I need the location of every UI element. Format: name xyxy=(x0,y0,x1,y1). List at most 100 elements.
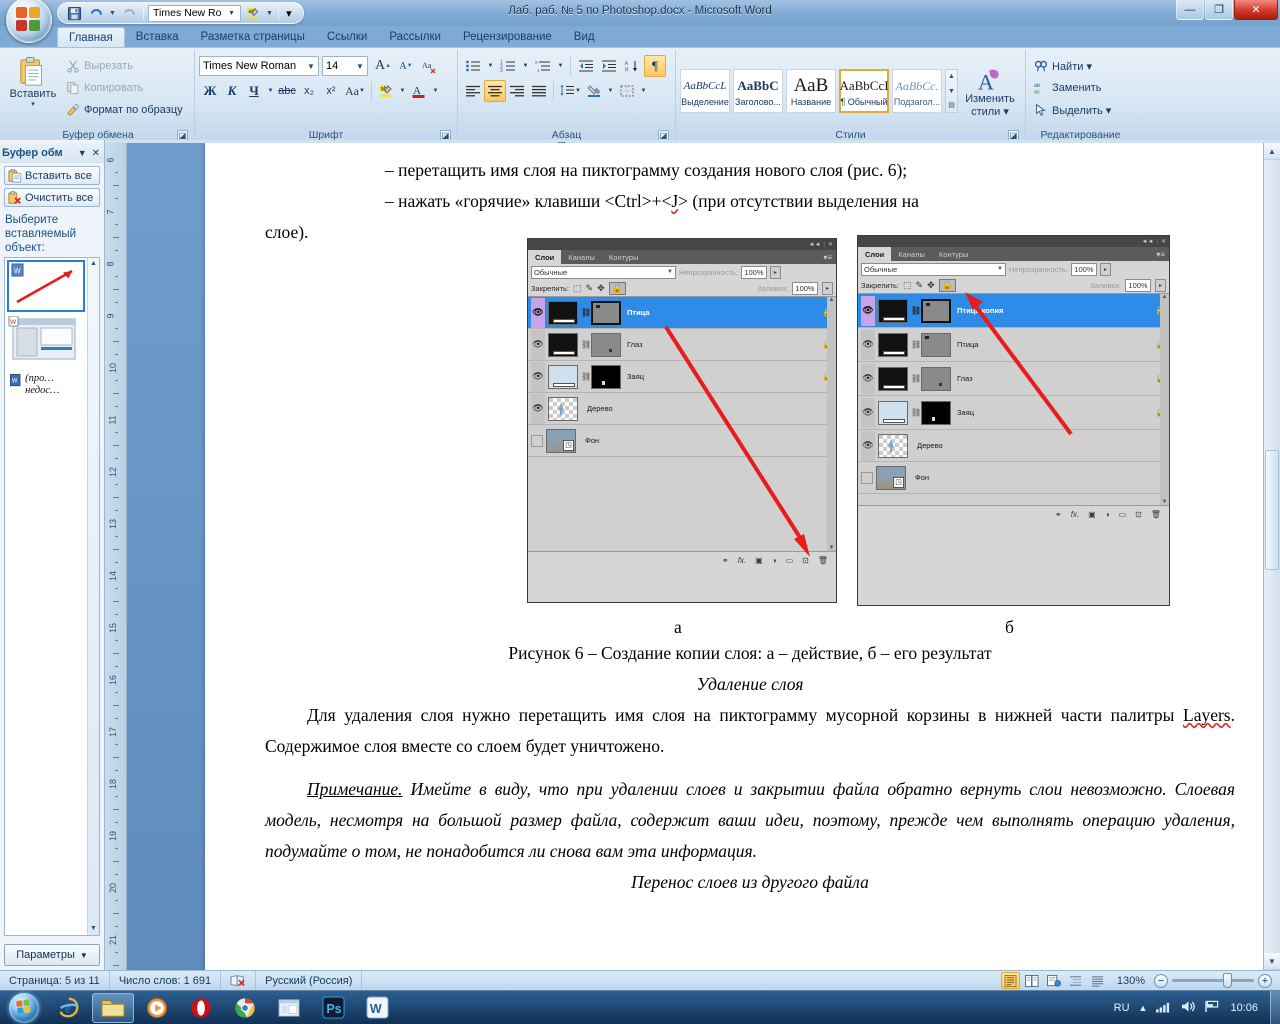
layer-thumbnail[interactable] xyxy=(878,332,908,357)
find-button[interactable]: Найти ▾ xyxy=(1030,55,1096,77)
clipboard-item-2[interactable]: W xyxy=(7,315,85,367)
lock-transparency-icon[interactable]: ⬚ xyxy=(903,280,912,291)
layer-thumbnail[interactable] xyxy=(878,400,908,425)
bullets-dropdown-arrow-icon[interactable]: ▼ xyxy=(485,55,496,77)
ps-a-close-icon[interactable]: ✕ xyxy=(828,241,833,248)
ps-a-tab-layers[interactable]: Слои xyxy=(528,250,562,264)
add-mask-icon[interactable]: ▣ xyxy=(755,556,763,565)
scroll-down-icon[interactable]: ▼ xyxy=(88,923,99,935)
text-highlight-button[interactable]: ab xyxy=(375,80,397,102)
link-layers-icon[interactable]: ⚭ xyxy=(1055,510,1062,519)
numbering-dropdown-arrow-icon[interactable]: ▼ xyxy=(520,55,531,77)
scroll-up-icon[interactable]: ▲ xyxy=(1264,143,1280,160)
font-name-combo[interactable]: Times New Roman ▼ xyxy=(199,56,319,76)
select-button[interactable]: Выделить ▾ xyxy=(1030,99,1115,121)
taskbar-internet-explorer[interactable]: e xyxy=(48,993,90,1023)
visibility-eye-icon[interactable]: 👁 xyxy=(861,363,875,394)
fx-icon[interactable]: fx. xyxy=(738,556,746,565)
align-left-button[interactable] xyxy=(462,80,484,102)
view-web-layout-button[interactable] xyxy=(1045,972,1064,989)
delete-layer-icon[interactable]: 🗑 xyxy=(818,556,828,565)
bullets-button[interactable] xyxy=(462,55,484,77)
ps-b-opacity-slider-icon[interactable]: ▸ xyxy=(1099,262,1111,276)
lock-all-icon[interactable]: 🔒 xyxy=(938,278,956,292)
ps-b-opacity-value[interactable]: 100% xyxy=(1070,262,1097,276)
status-word-count[interactable]: Число слов: 1 691 xyxy=(110,970,222,991)
ps-b-tab-paths[interactable]: Контуры xyxy=(932,247,975,261)
status-language[interactable]: Русский (Россия) xyxy=(256,970,363,991)
clipboard-item-1[interactable]: W xyxy=(7,260,85,312)
styles-more-icon[interactable]: ▤ xyxy=(946,99,957,112)
change-case-button[interactable]: Aa ▼ xyxy=(342,80,368,102)
clipboard-list-scrollbar[interactable]: ▲ ▼ xyxy=(87,258,99,935)
layer-link-icon[interactable]: ⛓ xyxy=(581,340,591,349)
change-styles-button[interactable]: A Изменить стили ▾ xyxy=(961,65,1019,118)
scrollbar-thumb[interactable] xyxy=(1265,450,1279,570)
volume-icon[interactable] xyxy=(1181,1000,1196,1016)
layer-mask-thumbnail[interactable] xyxy=(591,332,621,357)
layer-mask-thumbnail[interactable] xyxy=(591,364,621,389)
borders-button[interactable] xyxy=(616,80,638,102)
taskbar-folder[interactable] xyxy=(268,993,310,1023)
adjustment-layer-icon[interactable]: ◑ xyxy=(1105,510,1110,519)
style-item-zagolovok[interactable]: AaBbC Заголово... xyxy=(733,69,783,113)
network-signal-icon[interactable] xyxy=(1156,1000,1172,1016)
scroll-down-icon[interactable]: ▼ xyxy=(827,545,836,551)
lock-image-icon[interactable]: ✎ xyxy=(916,280,924,291)
adjustment-layer-icon[interactable]: ◑ xyxy=(772,556,777,565)
paste-button[interactable]: Вставить ▾ xyxy=(6,54,60,108)
ps-a-tab-paths[interactable]: Контуры xyxy=(602,250,645,264)
ps-b-layers-scrollbar[interactable]: ▲ ▼ xyxy=(1160,294,1169,505)
visibility-eye-icon[interactable]: 👁 xyxy=(861,295,875,326)
ps-a-layer-row-5[interactable]: ◳ Фон xyxy=(528,425,836,457)
ps-a-layers-scrollbar[interactable]: ▲ ▼ xyxy=(827,297,836,551)
visibility-eye-off-icon[interactable] xyxy=(861,471,873,484)
zoom-in-button[interactable]: + xyxy=(1258,973,1272,988)
ps-b-tab-layers[interactable]: Слои xyxy=(858,247,892,261)
ps-a-collapse-icon[interactable]: ◄◄ xyxy=(809,242,821,248)
layer-mask-thumbnail[interactable] xyxy=(921,400,951,425)
document-text-2[interactable]: Рисунок 6 – Создание копии слоя: а – дей… xyxy=(265,638,1235,898)
ps-a-blend-mode-select[interactable]: Обычные ▼ xyxy=(531,265,676,279)
maximize-button[interactable]: ❐ xyxy=(1205,0,1233,20)
layer-link-icon[interactable]: ⛓ xyxy=(911,374,921,383)
layer-mask-thumbnail[interactable] xyxy=(921,332,951,357)
underline-dropdown-arrow-icon[interactable]: ▼ xyxy=(265,80,276,102)
scroll-down-icon[interactable]: ▼ xyxy=(1264,953,1280,970)
view-outline-button[interactable] xyxy=(1067,972,1086,989)
subscript-button[interactable]: x₂ xyxy=(298,80,320,102)
action-center-flag-icon[interactable] xyxy=(1205,1000,1221,1016)
link-layers-icon[interactable]: ⚭ xyxy=(722,556,729,565)
layer-thumbnail[interactable] xyxy=(878,433,908,458)
close-button[interactable]: ✕ xyxy=(1234,0,1278,20)
styles-scroll-up-icon[interactable]: ▲ xyxy=(946,70,957,83)
layer-thumbnail[interactable]: ◳ xyxy=(546,428,576,453)
tab-insert[interactable]: Вставка xyxy=(125,27,190,47)
taskbar-opera[interactable] xyxy=(180,993,222,1023)
layer-link-icon[interactable]: ⛓ xyxy=(911,340,921,349)
show-desktop-button[interactable] xyxy=(1270,990,1280,1024)
ps-b-fill-value[interactable]: 100% xyxy=(1125,278,1151,292)
tab-references[interactable]: Ссылки xyxy=(316,27,379,47)
multilevel-list-button[interactable]: a1 xyxy=(532,55,554,77)
zoom-level-label[interactable]: 130% xyxy=(1111,975,1151,987)
align-right-button[interactable] xyxy=(506,80,528,102)
ps-a-fill-value[interactable]: 100% xyxy=(792,281,818,295)
task-pane-dropdown-icon[interactable]: ▼ xyxy=(75,148,90,158)
style-item-podzagolovok[interactable]: AaBbCc. Подзагол... xyxy=(892,69,942,113)
strikethrough-button[interactable]: abc xyxy=(276,80,298,102)
ps-a-fill-slider-icon[interactable]: ▸ xyxy=(822,281,833,295)
ps-a-layer-row-3[interactable]: 👁 ⛓ Заяц 🔒 xyxy=(528,361,836,393)
ps-a-tab-channels[interactable]: Каналы xyxy=(561,250,602,264)
replace-button[interactable]: ab ac Заменить xyxy=(1030,77,1105,99)
paste-all-button[interactable]: Вставить все xyxy=(4,166,100,185)
increase-indent-button[interactable] xyxy=(598,55,620,77)
cut-button[interactable]: Вырезать xyxy=(62,55,187,77)
ps-b-tab-channels[interactable]: Каналы xyxy=(891,247,932,261)
ps-b-layer-row-1[interactable]: 👁 ⛓ Птица копия 🔒 xyxy=(858,294,1169,328)
visibility-eye-icon[interactable]: 👁 xyxy=(531,297,545,328)
photoshop-layers-panel-a[interactable]: ◄◄ | ✕ Слои Каналы Контуры ▾≡ Обычные▼ xyxy=(527,238,837,603)
line-spacing-button[interactable]: ▼ xyxy=(557,80,583,102)
ps-b-collapse-icon[interactable]: ◄◄ xyxy=(1142,239,1154,245)
tray-expand-icon[interactable]: ▲ xyxy=(1139,1003,1148,1013)
